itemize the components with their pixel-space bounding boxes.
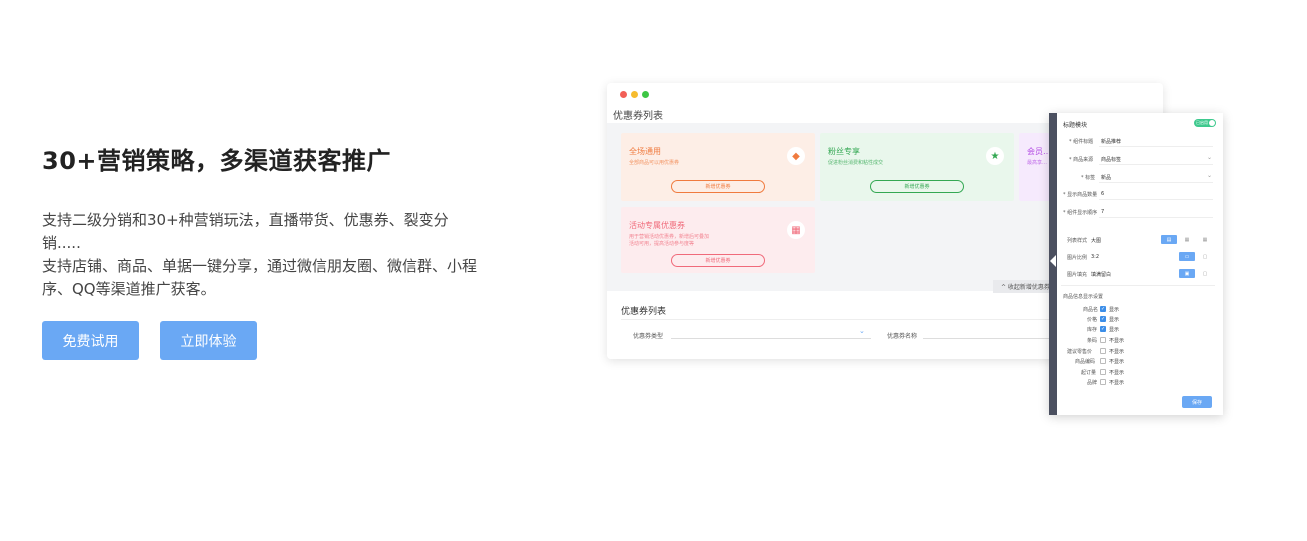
fill-cover-icon[interactable]: ▣ — [1179, 269, 1195, 278]
divider — [1099, 199, 1213, 200]
ratio-wide-icon[interactable]: ▭ — [1179, 252, 1195, 261]
info-item-label: 库存 — [1087, 327, 1098, 333]
coupon-list-subtitle: 优惠券列表 — [621, 307, 667, 317]
card-subtitle: 用于营销活动优惠券，新增后可叠加 活动可用，提高活动参与度等 — [629, 234, 709, 248]
info-item-state: 显示 — [1109, 307, 1120, 313]
list-layout-icon[interactable]: ▦ — [1197, 235, 1213, 244]
divider — [1099, 217, 1213, 218]
close-dot-icon — [620, 91, 627, 98]
add-coupon-button[interactable]: 新增优惠券 — [870, 180, 964, 193]
info-item-state: 显示 — [1109, 327, 1120, 333]
maximize-dot-icon — [642, 91, 649, 98]
star-icon: ★ — [986, 147, 1004, 165]
info-item-label: 条码 — [1087, 338, 1098, 344]
field-label: * 商品来源 — [1069, 157, 1094, 163]
field-value[interactable]: 新品推荐 — [1101, 138, 1121, 145]
fill-contain-icon[interactable]: ▢ — [1197, 269, 1213, 278]
info-item-state: 不显示 — [1109, 380, 1125, 386]
save-button[interactable]: 保存 — [1182, 396, 1212, 408]
coupon-name-label: 优惠券名称 — [887, 333, 918, 340]
chevron-down-icon: ⌄ — [1207, 154, 1213, 161]
image-ratio-label: 图片比例 — [1067, 255, 1088, 261]
panel-collapse-handle-icon[interactable] — [1050, 255, 1056, 267]
checkbox[interactable]: ✓ — [1100, 326, 1106, 332]
info-settings-heading: 商品信息显示设置 — [1063, 294, 1104, 300]
info-item-label: 商品编码 — [1075, 359, 1096, 365]
field-value[interactable]: 6 — [1101, 191, 1104, 197]
info-item-state: 显示 — [1109, 317, 1120, 323]
add-coupon-button[interactable]: 新增优惠券 — [671, 180, 765, 193]
checkbox[interactable] — [1100, 379, 1106, 385]
field-label: * 显示商品数量 — [1063, 192, 1098, 198]
info-item-label: 品牌 — [1087, 380, 1098, 386]
checkbox[interactable] — [1100, 337, 1106, 343]
coupon-card-activity: 活动专属优惠券 用于营销活动优惠券，新增后可叠加 活动可用，提高活动参与度等 ▦… — [621, 207, 815, 273]
panel-side-bar — [1049, 113, 1057, 415]
card-title: 粉丝专享 — [828, 147, 860, 156]
hero-desc-line2: 支持店铺、商品、单据一键分享，通过微信朋友圈、微信群、小程序、QQ等渠道推广获客… — [42, 257, 478, 298]
large-image-layout-icon[interactable]: ▤ — [1161, 235, 1177, 244]
checkbox[interactable]: ✓ — [1100, 306, 1106, 312]
module-settings-panel: 标题模块 已启用 * 组件标题 新品推荐 * 商品来源 商品标签 ⌄ * 标签 … — [1049, 113, 1223, 415]
layout-style-label: 列表样式 — [1067, 238, 1088, 244]
info-item-label: 商品名 — [1083, 307, 1099, 313]
grid-layout-icon[interactable]: ▦ — [1179, 235, 1195, 244]
field-value[interactable]: 商品标签 — [1101, 156, 1121, 163]
divider — [1099, 182, 1213, 183]
module-enable-toggle[interactable]: 已启用 — [1194, 119, 1216, 127]
card-title: 活动专属优惠券 — [629, 221, 685, 230]
info-item-state: 不显示 — [1109, 349, 1125, 355]
divider — [1061, 285, 1215, 286]
window-controls — [620, 91, 649, 98]
divider — [1099, 146, 1213, 147]
image-ratio-value: 3:2 — [1091, 254, 1100, 260]
field-label: * 组件显示顺序 — [1063, 210, 1098, 216]
coupon-card-fans: 粉丝专享 促进粉丝消费和粘性成交 ★ 新增优惠券 — [820, 133, 1014, 201]
panel-title: 标题模块 — [1063, 122, 1088, 129]
info-item-label: 起订量 — [1081, 370, 1097, 376]
card-title: 全场通用 — [629, 147, 661, 156]
field-value[interactable]: 新品 — [1101, 174, 1111, 181]
card-subtitle-line2: 活动可用，提高活动参与度等 — [629, 241, 695, 247]
checkbox[interactable] — [1100, 369, 1106, 375]
card-subtitle: 促进粉丝消费和粘性成交 — [828, 160, 884, 166]
info-item-state: 不显示 — [1109, 338, 1125, 344]
info-item-state: 不显示 — [1109, 370, 1125, 376]
field-label: * 组件标题 — [1069, 139, 1094, 145]
card-subtitle: 最高享… — [1027, 160, 1048, 166]
checkbox[interactable] — [1100, 348, 1106, 354]
mock-page-title: 优惠券列表 — [613, 111, 663, 122]
image-fill-label: 图片填充 — [1067, 272, 1088, 278]
card-subtitle: 全部商品可以用优惠券 — [629, 160, 680, 166]
field-label: * 标签 — [1081, 175, 1096, 181]
field-value[interactable]: 7 — [1101, 209, 1104, 215]
info-item-label: 建议零售价 — [1067, 349, 1093, 355]
coupon-card-general: 全场通用 全部商品可以用优惠券 ◆ 新增优惠券 — [621, 133, 815, 201]
image-fill-value: 填满留白 — [1091, 272, 1112, 278]
info-item-label: 价格 — [1087, 317, 1098, 323]
layout-style-value: 大图 — [1091, 238, 1102, 244]
minimize-dot-icon — [631, 91, 638, 98]
coupon-type-select[interactable] — [671, 329, 871, 339]
info-item-state: 不显示 — [1109, 359, 1125, 365]
chevron-down-icon: ⌄ — [859, 327, 865, 335]
divider — [1099, 164, 1213, 165]
add-coupon-button[interactable]: 新增优惠券 — [671, 254, 765, 267]
chevron-down-icon: ⌄ — [1207, 172, 1213, 179]
card-subtitle-line1: 用于营销活动优惠券，新增后可叠加 — [629, 234, 710, 240]
hero-desc-line1: 支持二级分销和30+种营销玩法，直播带货、优惠券、裂变分销..... — [42, 211, 449, 252]
hero-description: 支持二级分销和30+种营销玩法，直播带货、优惠券、裂变分销..... 支持店铺、… — [42, 209, 482, 301]
ratio-square-icon[interactable]: ▢ — [1197, 252, 1213, 261]
checkbox[interactable] — [1100, 358, 1106, 364]
hero-title: 30+营销策略，多渠道获客推广 — [42, 147, 392, 175]
free-trial-button[interactable]: 免费试用 — [42, 321, 139, 360]
store-icon: ◆ — [787, 147, 805, 165]
try-now-button[interactable]: 立即体验 — [160, 321, 257, 360]
card-title: 会员… — [1027, 147, 1051, 156]
ticket-icon: ▦ — [787, 221, 805, 239]
coupon-name-input[interactable] — [923, 329, 1053, 339]
coupon-type-label: 优惠券类型 — [633, 333, 664, 340]
checkbox[interactable]: ✓ — [1100, 316, 1106, 322]
